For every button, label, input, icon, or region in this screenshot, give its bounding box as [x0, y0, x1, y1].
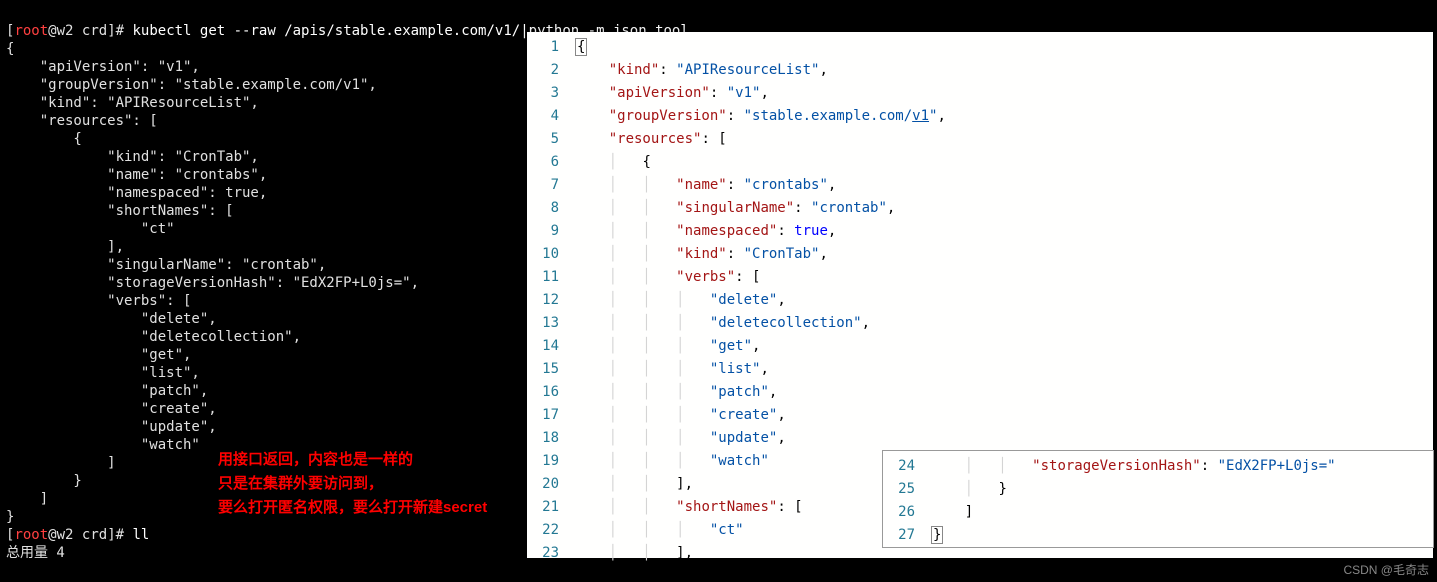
inset-code-area[interactable]: │ │ "storageVersionHash": "EdX2FP+L0js="… [927, 451, 1433, 547]
prompt-line-2: [root@w2 crd]# ll [6, 527, 149, 543]
watermark-text: CSDN @毛奇志 [1343, 561, 1429, 578]
inset-gutter: 24 25 26 27 [883, 451, 927, 547]
code-editor-inset[interactable]: 24 25 26 27 │ │ "storageVersionHash": "E… [882, 450, 1434, 548]
command-2: ll [132, 527, 149, 543]
output-2: 总用量 4 [6, 545, 65, 561]
annotation-text: 用接口返回，内容也是一样的 只是在集群外要访问到， 要么打开匿名权限，要么打开新… [218, 448, 487, 520]
line-number-gutter: 1 2 3 4 5 6 7 8 9 10 11 12 13 14 15 16 1… [527, 32, 571, 558]
